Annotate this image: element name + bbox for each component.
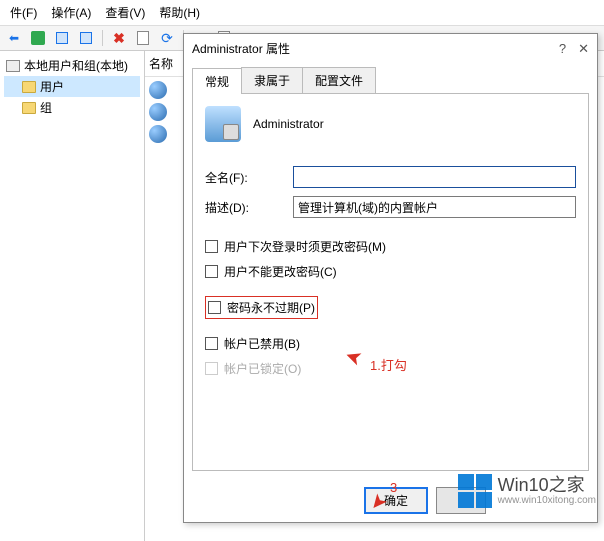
toolbar-grid1-icon[interactable] xyxy=(52,28,72,48)
checkbox-icon xyxy=(205,362,218,375)
check-neverexpire[interactable]: 密码永不过期(P) xyxy=(205,296,318,319)
tree-item-users[interactable]: 用户 xyxy=(4,76,140,97)
menu-help[interactable]: 帮助(H) xyxy=(153,2,206,23)
toolbar-properties-icon[interactable] xyxy=(133,28,153,48)
tab-page-general: Administrator 全名(F): 描述(D): 用户下次登录时须更改密码… xyxy=(192,93,589,471)
tree-item-groups[interactable]: 组 xyxy=(4,97,140,118)
description-label: 描述(D): xyxy=(205,199,285,216)
folder-icon xyxy=(22,81,36,93)
user-icon[interactable] xyxy=(149,81,167,99)
check-cannotchange[interactable]: 用户不能更改密码(C) xyxy=(205,263,576,280)
group-icon xyxy=(6,60,20,72)
username-label: Administrator xyxy=(253,117,324,131)
help-icon[interactable]: ? xyxy=(559,41,566,57)
menu-action[interactable]: 操作(A) xyxy=(45,2,97,23)
tab-strip: 常规 隶属于 配置文件 xyxy=(184,67,597,93)
watermark: Win10之家 www.win10xitong.com xyxy=(458,474,596,508)
toolbar-grid2-icon[interactable] xyxy=(76,28,96,48)
ok-button[interactable]: 确定 xyxy=(364,487,428,514)
user-avatar-icon xyxy=(205,106,241,142)
tab-memberof[interactable]: 隶属于 xyxy=(241,67,303,93)
menu-bar: 件(F) 操作(A) 查看(V) 帮助(H) xyxy=(0,0,604,26)
check-cannotchange-label: 用户不能更改密码(C) xyxy=(224,263,337,280)
watermark-main: Win10之家 xyxy=(498,476,596,496)
folder-icon xyxy=(22,102,36,114)
tree-root[interactable]: 本地用户和组(本地) xyxy=(4,55,140,76)
check-mustchange[interactable]: 用户下次登录时须更改密码(M) xyxy=(205,238,576,255)
close-icon[interactable]: ✕ xyxy=(578,41,589,57)
fullname-input[interactable] xyxy=(293,166,576,188)
user-icon[interactable] xyxy=(149,103,167,121)
tree-users-label: 用户 xyxy=(40,78,64,95)
check-neverexpire-label: 密码永不过期(P) xyxy=(227,299,315,316)
checkbox-icon[interactable] xyxy=(208,301,221,314)
tree-panel: 本地用户和组(本地) 用户 组 xyxy=(0,51,145,541)
windows-logo-icon xyxy=(458,474,492,508)
tree-groups-label: 组 xyxy=(40,99,52,116)
check-locked-label: 帐户已锁定(O) xyxy=(224,360,301,377)
user-icon[interactable] xyxy=(149,125,167,143)
fullname-label: 全名(F): xyxy=(205,169,285,186)
checkbox-icon[interactable] xyxy=(205,337,218,350)
toolbar-forward-icon[interactable] xyxy=(28,28,48,48)
menu-view[interactable]: 查看(V) xyxy=(99,2,151,23)
description-input[interactable] xyxy=(293,196,576,218)
check-disabled-label: 帐户已禁用(B) xyxy=(224,335,300,352)
properties-dialog: Administrator 属性 ? ✕ 常规 隶属于 配置文件 Adminis… xyxy=(183,33,598,523)
checkbox-icon[interactable] xyxy=(205,265,218,278)
check-disabled[interactable]: 帐户已禁用(B) xyxy=(205,335,576,352)
dialog-titlebar: Administrator 属性 ? ✕ xyxy=(184,34,597,63)
toolbar-refresh-icon[interactable]: ⟳ xyxy=(157,28,177,48)
watermark-sub: www.win10xitong.com xyxy=(498,495,596,506)
toolbar-back-icon[interactable]: ⬅ xyxy=(4,28,24,48)
tab-profile[interactable]: 配置文件 xyxy=(302,67,376,93)
check-mustchange-label: 用户下次登录时须更改密码(M) xyxy=(224,238,386,255)
tab-general[interactable]: 常规 xyxy=(192,68,242,94)
toolbar-delete-icon[interactable]: ✖ xyxy=(109,28,129,48)
tree-root-label: 本地用户和组(本地) xyxy=(24,57,128,74)
menu-file[interactable]: 件(F) xyxy=(4,2,43,23)
check-locked: 帐户已锁定(O) xyxy=(205,360,576,377)
dialog-title: Administrator 属性 xyxy=(192,40,290,57)
checkbox-icon[interactable] xyxy=(205,240,218,253)
